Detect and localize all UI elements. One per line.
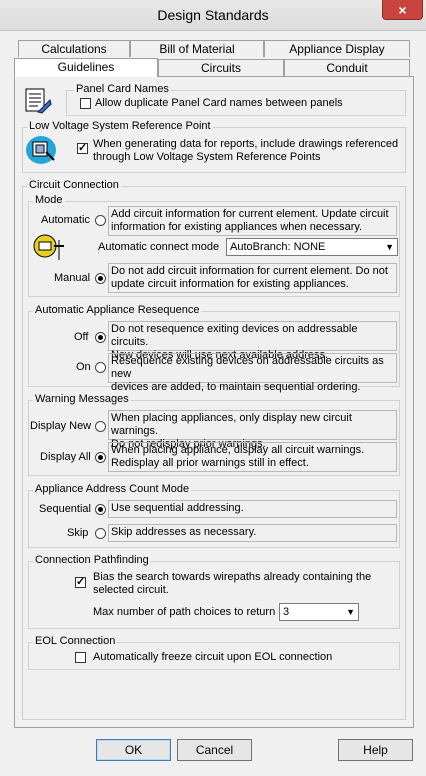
manual-radio[interactable] (95, 273, 106, 284)
ok-button[interactable]: OK (96, 739, 171, 761)
allow-duplicate-checkbox[interactable] (80, 98, 91, 109)
pathfinding-legend: Connection Pathfinding (33, 554, 151, 566)
lvsrp-label-line2: through Low Voltage System Reference Poi… (93, 151, 321, 163)
automatic-description: Add circuit information for current elem… (108, 206, 397, 236)
display-new-description: When placing appliances, only display ne… (108, 410, 397, 450)
close-button[interactable]: × (382, 0, 423, 20)
bias-search-checkbox[interactable]: ✓ (75, 577, 86, 588)
low-voltage-reference-icon (26, 136, 56, 164)
lvsrp-label-line1: When generating data for reports, includ… (93, 138, 399, 150)
freeze-circuit-checkbox[interactable] (75, 652, 86, 663)
allow-duplicate-label: Allow duplicate Panel Card names between… (95, 97, 343, 109)
tab-guidelines[interactable]: Guidelines (14, 58, 158, 77)
display-all-description: When placing appliance, display all circ… (108, 442, 397, 472)
manual-description: Do not add circuit information for curre… (108, 263, 397, 293)
skip-description: Skip addresses as necessary. (108, 524, 397, 542)
display-all-radio[interactable] (95, 452, 106, 463)
window-title: Design Standards (157, 7, 269, 23)
tab-appliance-display[interactable]: Appliance Display (264, 40, 410, 57)
resequence-on-radio[interactable] (95, 362, 106, 373)
resequence-on-description: Resequence existing devices on addressab… (108, 353, 397, 393)
display-new-label: Display New (30, 420, 92, 432)
lvsrp-legend: Low Voltage System Reference Point (27, 120, 213, 132)
warning-messages-legend: Warning Messages (33, 393, 131, 405)
resequence-legend: Automatic Appliance Resequence (33, 304, 202, 316)
resequence-off-description: Do not resequence exiting devices on add… (108, 321, 397, 361)
tab-calculations[interactable]: Calculations (18, 40, 130, 57)
skip-radio[interactable] (95, 528, 106, 539)
bias-search-label-line2: selected circuit. (93, 584, 169, 596)
manual-label: Manual (54, 272, 91, 284)
chevron-down-icon: ▼ (346, 607, 355, 617)
sequential-radio[interactable] (95, 504, 106, 515)
display-new-radio[interactable] (95, 421, 106, 432)
skip-label: Skip (67, 527, 89, 539)
resequence-on-label: On (76, 361, 91, 373)
tab-circuits[interactable]: Circuits (158, 59, 284, 76)
auto-connect-mode-value: AutoBranch: NONE (230, 241, 326, 253)
tab-conduit[interactable]: Conduit (284, 59, 410, 76)
auto-connect-mode-label: Automatic connect mode (98, 241, 220, 253)
auto-connect-mode-select[interactable]: AutoBranch: NONE ▼ (226, 238, 398, 256)
max-path-choices-value: 3 (283, 606, 290, 618)
tab-bill-of-material[interactable]: Bill of Material (130, 40, 264, 57)
bias-search-label-line1: Bias the search towards wirepaths alread… (93, 571, 372, 583)
automatic-radio[interactable] (95, 215, 106, 226)
automatic-label: Automatic (41, 214, 90, 226)
cancel-button[interactable]: Cancel (177, 739, 252, 761)
panel-card-icon (25, 88, 52, 114)
resequence-off-label: Off (74, 331, 89, 343)
address-count-legend: Appliance Address Count Mode (33, 483, 192, 495)
mode-legend: Mode (33, 194, 65, 206)
max-path-choices-select[interactable]: 3 ▼ (279, 603, 359, 621)
freeze-circuit-label: Automatically freeze circuit upon EOL co… (93, 651, 333, 663)
lvsrp-checkbox[interactable]: ✓ (77, 143, 88, 154)
circuit-connect-icon (33, 234, 64, 260)
eol-legend: EOL Connection (33, 635, 118, 647)
display-all-label: Display All (40, 451, 91, 463)
sequential-description: Use sequential addressing. (108, 500, 397, 518)
chevron-down-icon: ▼ (385, 242, 394, 252)
circuit-connection-legend: Circuit Connection (27, 179, 121, 191)
sequential-label: Sequential (39, 503, 91, 515)
help-button[interactable]: Help (338, 739, 413, 761)
resequence-off-radio[interactable] (95, 332, 106, 343)
panel-card-legend: Panel Card Names (74, 83, 171, 95)
max-path-choices-label: Max number of path choices to return (93, 606, 276, 618)
